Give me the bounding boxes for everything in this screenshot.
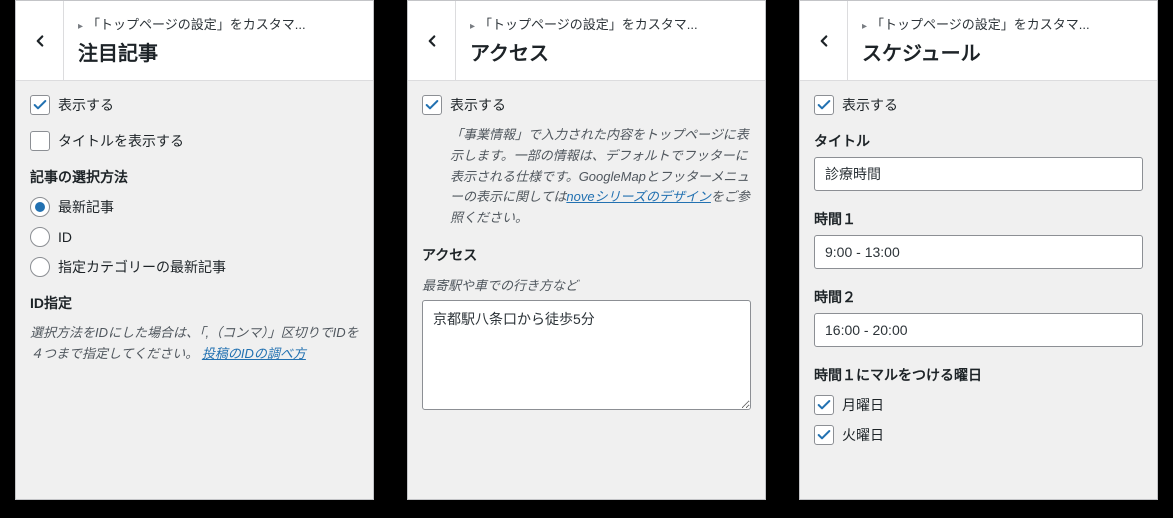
check-icon bbox=[816, 97, 832, 113]
show-label: 表示する bbox=[450, 95, 506, 115]
time2-label: 時間２ bbox=[814, 287, 1143, 307]
panel-body: 表示する タイトルを表示する 記事の選択方法 最新記事 ID 指定カテゴリーの最… bbox=[16, 81, 373, 379]
time1-label: 時間１ bbox=[814, 209, 1143, 229]
panel-title: スケジュール bbox=[862, 37, 1143, 66]
select-method-heading: 記事の選択方法 bbox=[30, 167, 359, 187]
show-label: 表示する bbox=[58, 95, 114, 115]
breadcrumb[interactable]: 「トップページの設定」をカスタマ... bbox=[78, 15, 359, 35]
panel-body: 表示する 「事業情報」で入力された内容をトップページに表示します。一部の情報は、… bbox=[408, 81, 765, 427]
show-checkbox[interactable] bbox=[814, 95, 834, 115]
check-icon bbox=[816, 397, 832, 413]
panel-header: 「トップページの設定」をカスタマ... アクセス bbox=[408, 1, 765, 81]
radio-category[interactable] bbox=[30, 257, 50, 277]
day-mon-checkbox[interactable] bbox=[814, 395, 834, 415]
day-mon-label: 月曜日 bbox=[842, 395, 884, 415]
show-description: 「事業情報」で入力された内容をトップページに表示します。一部の情報は、デフォルト… bbox=[422, 125, 751, 229]
panel-title: 注目記事 bbox=[78, 37, 359, 66]
show-label: 表示する bbox=[842, 95, 898, 115]
radio-id-label: ID bbox=[58, 229, 72, 245]
desc-link[interactable]: noveシリーズのデザイン bbox=[566, 189, 711, 204]
check-icon bbox=[816, 427, 832, 443]
customizer-panel-access: 「トップページの設定」をカスタマ... アクセス 表示する 「事業情報」で入力さ… bbox=[407, 0, 766, 500]
access-heading: アクセス bbox=[422, 245, 751, 265]
radio-category-label: 指定カテゴリーの最新記事 bbox=[58, 257, 226, 277]
id-desc-text: 選択方法をIDにした場合は、「,（コンマ）」区切りでIDを４つまで指定してくださ… bbox=[30, 325, 359, 361]
breadcrumb[interactable]: 「トップページの設定」をカスタマ... bbox=[862, 15, 1143, 35]
check-icon bbox=[32, 97, 48, 113]
panel-title: アクセス bbox=[470, 37, 751, 66]
show-checkbox[interactable] bbox=[422, 95, 442, 115]
breadcrumb[interactable]: 「トップページの設定」をカスタマ... bbox=[470, 15, 751, 35]
radio-id[interactable] bbox=[30, 227, 50, 247]
time2-input[interactable] bbox=[814, 313, 1143, 347]
day-tue-label: 火曜日 bbox=[842, 425, 884, 445]
access-sublabel: 最寄駅や車での行き方など bbox=[422, 275, 751, 294]
id-description: 選択方法をIDにした場合は、「,（コンマ）」区切りでIDを４つまで指定してくださ… bbox=[30, 323, 359, 365]
id-heading: ID指定 bbox=[30, 293, 359, 313]
chevron-left-icon bbox=[31, 32, 49, 50]
chevron-left-icon bbox=[815, 32, 833, 50]
back-button[interactable] bbox=[16, 1, 64, 80]
panel-header: 「トップページの設定」をカスタマ... 注目記事 bbox=[16, 1, 373, 81]
chevron-left-icon bbox=[423, 32, 441, 50]
show-title-label: タイトルを表示する bbox=[58, 131, 184, 151]
radio-latest-label: 最新記事 bbox=[58, 197, 114, 217]
customizer-panel-schedule: 「トップページの設定」をカスタマ... スケジュール 表示する タイトル 時間１… bbox=[799, 0, 1158, 500]
back-button[interactable] bbox=[408, 1, 456, 80]
radio-latest[interactable] bbox=[30, 197, 50, 217]
show-checkbox[interactable] bbox=[30, 95, 50, 115]
header-text: 「トップページの設定」をカスタマ... スケジュール bbox=[848, 1, 1157, 80]
day-tue-checkbox[interactable] bbox=[814, 425, 834, 445]
show-title-checkbox[interactable] bbox=[30, 131, 50, 151]
customizer-panel-featured: 「トップページの設定」をカスタマ... 注目記事 表示する タイトルを表示する … bbox=[15, 0, 374, 500]
header-text: 「トップページの設定」をカスタマ... 注目記事 bbox=[64, 1, 373, 80]
access-textarea[interactable] bbox=[422, 300, 751, 410]
id-desc-link[interactable]: 投稿のIDの調べ方 bbox=[202, 346, 306, 361]
panel-body: 表示する タイトル 時間１ 時間２ 時間１にマルをつける曜日 月曜日 火曜日 bbox=[800, 81, 1157, 469]
title-field-label: タイトル bbox=[814, 131, 1143, 151]
title-input[interactable] bbox=[814, 157, 1143, 191]
time1-input[interactable] bbox=[814, 235, 1143, 269]
panel-header: 「トップページの設定」をカスタマ... スケジュール bbox=[800, 1, 1157, 81]
back-button[interactable] bbox=[800, 1, 848, 80]
days-heading: 時間１にマルをつける曜日 bbox=[814, 365, 1143, 385]
header-text: 「トップページの設定」をカスタマ... アクセス bbox=[456, 1, 765, 80]
check-icon bbox=[424, 97, 440, 113]
